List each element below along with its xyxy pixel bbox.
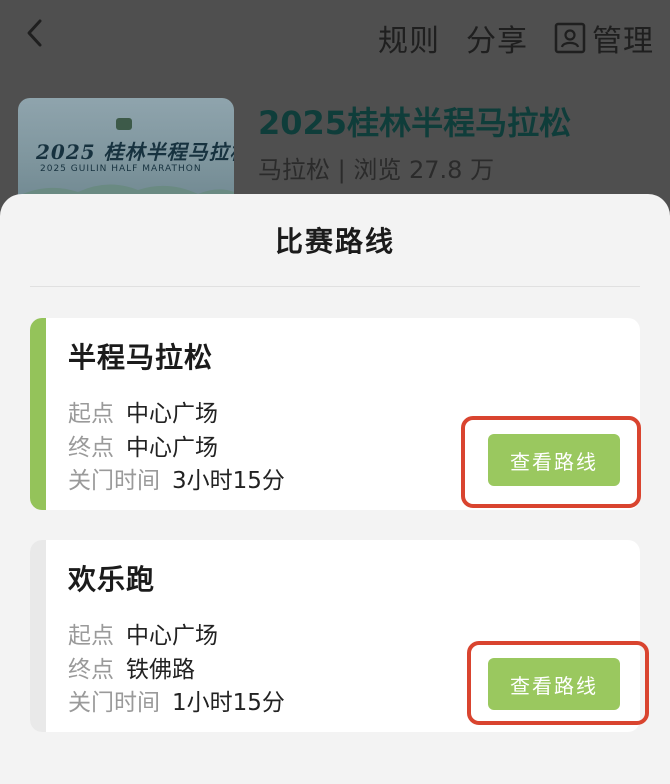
views-label: 浏览 bbox=[353, 156, 402, 184]
top-actions: 规则 分享 管理 bbox=[378, 16, 654, 60]
rules-button[interactable]: 规则 bbox=[378, 16, 440, 60]
share-button[interactable]: 分享 bbox=[466, 16, 528, 60]
sheet-title: 比赛路线 bbox=[274, 225, 395, 258]
start-value: 中心广场 bbox=[126, 623, 218, 649]
route-accent-bar-active bbox=[30, 318, 46, 510]
event-thumbnail: 2025 桂林半程马拉松 2025 GUILIN HALF MARATHON bbox=[18, 98, 234, 208]
event-title: 2025桂林半程马拉松 bbox=[258, 104, 572, 142]
start-row: 起点 中心广场 bbox=[68, 616, 218, 650]
route-name: 欢乐跑 bbox=[68, 563, 156, 596]
route-sheet: 比赛路线 半程马拉松 起点 中心广场 终点 中心广场 关门时间 3小时15分 查看路线… bbox=[0, 194, 670, 784]
person-card-icon bbox=[554, 22, 586, 54]
cutoff-value: 1小时15分 bbox=[172, 690, 285, 716]
route-accent-bar-inactive bbox=[30, 540, 46, 732]
event-logo-icon bbox=[116, 118, 132, 130]
end-row: 终点 铁佛路 bbox=[68, 650, 195, 684]
manage-label: 管理 bbox=[592, 24, 654, 59]
start-label: 起点 bbox=[68, 623, 114, 649]
sheet-divider bbox=[30, 286, 640, 287]
event-card[interactable]: 2025 桂林半程马拉松 2025 GUILIN HALF MARATHON 2… bbox=[18, 98, 658, 208]
route-name: 半程马拉松 bbox=[68, 341, 214, 374]
cutoff-value: 3小时15分 bbox=[172, 468, 285, 494]
view-route-button[interactable]: 查看路线 bbox=[488, 434, 620, 486]
end-label: 终点 bbox=[68, 435, 114, 461]
end-value: 铁佛路 bbox=[126, 657, 195, 683]
event-meta: 马拉松 | 浏览 27.8 万 bbox=[258, 150, 494, 185]
cutoff-row: 关门时间 1小时15分 bbox=[68, 683, 285, 717]
end-value: 中心广场 bbox=[126, 435, 218, 461]
event-category: 马拉松 bbox=[258, 156, 330, 184]
thumbnail-subtitle: 2025 GUILIN HALF MARATHON bbox=[40, 164, 202, 174]
start-label: 起点 bbox=[68, 401, 114, 427]
manage-button[interactable]: 管理 bbox=[554, 16, 654, 60]
end-label: 终点 bbox=[68, 657, 114, 683]
start-value: 中心广场 bbox=[126, 401, 218, 427]
views-value: 27.8 万 bbox=[409, 156, 495, 184]
view-route-button[interactable]: 查看路线 bbox=[488, 658, 620, 710]
chevron-left-icon[interactable] bbox=[20, 18, 50, 48]
end-row: 终点 中心广场 bbox=[68, 428, 218, 462]
route-card-fun-run[interactable]: 欢乐跑 起点 中心广场 终点 铁佛路 关门时间 1小时15分 查看路线 bbox=[30, 540, 640, 732]
top-bar: 规则 分享 管理 bbox=[0, 0, 670, 80]
cutoff-label: 关门时间 bbox=[68, 690, 160, 716]
meta-separator: | bbox=[337, 156, 346, 184]
route-card-half-marathon[interactable]: 半程马拉松 起点 中心广场 终点 中心广场 关门时间 3小时15分 查看路线 bbox=[30, 318, 640, 510]
cutoff-label: 关门时间 bbox=[68, 468, 160, 494]
cutoff-row: 关门时间 3小时15分 bbox=[68, 461, 285, 495]
start-row: 起点 中心广场 bbox=[68, 394, 218, 428]
thumbnail-title: 2025 桂林半程马拉松 bbox=[36, 140, 234, 164]
